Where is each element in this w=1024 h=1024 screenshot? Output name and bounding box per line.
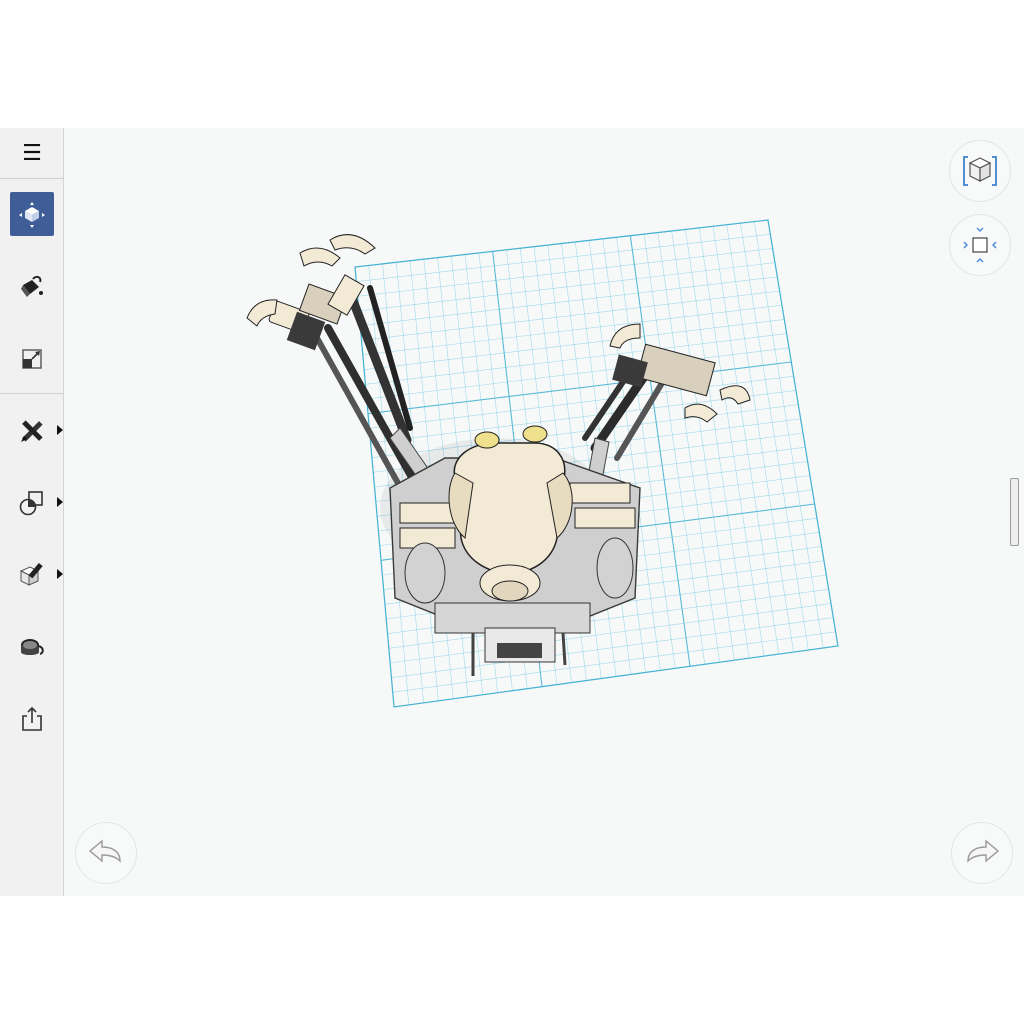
construct-tool-button[interactable] bbox=[0, 406, 64, 456]
grid-line bbox=[629, 235, 691, 667]
right-rocker-tip bbox=[684, 403, 718, 423]
right-push-rod bbox=[614, 375, 668, 461]
right-fin bbox=[574, 507, 636, 529]
paint-tool-button[interactable] bbox=[0, 262, 64, 312]
right-rocker-tip bbox=[719, 385, 751, 405]
edit-cube-icon bbox=[19, 562, 43, 586]
vertical-scrollbar[interactable] bbox=[1010, 478, 1019, 546]
share-icon bbox=[22, 706, 42, 731]
left-fin bbox=[399, 502, 456, 524]
grid-line bbox=[726, 224, 794, 653]
dome-bolt bbox=[474, 431, 500, 449]
grid-line bbox=[740, 223, 809, 651]
transform-tool-button[interactable] bbox=[0, 190, 64, 240]
gearbox-slot bbox=[497, 643, 542, 658]
center-dome bbox=[453, 442, 566, 574]
orbit-navigator-icon bbox=[963, 227, 997, 263]
grid-line bbox=[712, 226, 780, 655]
left-rocker-tip bbox=[299, 247, 341, 267]
paint-bucket-icon bbox=[21, 275, 43, 297]
model-scene[interactable] bbox=[65, 128, 1024, 896]
left-rocker-tip bbox=[329, 234, 376, 255]
submenu-caret-icon bbox=[57, 425, 63, 435]
view-cube-button[interactable] bbox=[949, 140, 1011, 202]
grid-line bbox=[392, 631, 836, 693]
left-cover bbox=[404, 542, 446, 604]
scale-tool-button[interactable] bbox=[0, 334, 64, 384]
hamburger-menu-button[interactable]: ☰ bbox=[0, 128, 64, 178]
3d-viewport[interactable] bbox=[65, 128, 1024, 896]
dome-nose-tip bbox=[491, 580, 529, 602]
shapes-icon bbox=[19, 491, 43, 516]
export-tool-button[interactable] bbox=[0, 694, 64, 744]
undo-arrow-icon bbox=[88, 839, 121, 863]
modify-tool-button[interactable] bbox=[0, 550, 64, 600]
grid-line bbox=[616, 237, 676, 669]
orbit-navigator-button[interactable] bbox=[949, 214, 1011, 276]
move-cube-icon bbox=[19, 202, 45, 228]
scale-icon bbox=[22, 349, 42, 369]
material-tool-button[interactable] bbox=[0, 622, 64, 672]
redo-arrow-icon bbox=[967, 839, 1000, 863]
submenu-caret-icon bbox=[57, 569, 63, 579]
left-toolbar: ☰ bbox=[0, 128, 64, 896]
undo-button[interactable] bbox=[75, 822, 137, 884]
grid-line bbox=[671, 230, 735, 661]
hamburger-icon: ☰ bbox=[22, 140, 42, 166]
shaft bbox=[561, 632, 567, 666]
dome-bolt bbox=[522, 425, 548, 443]
right-fin bbox=[569, 482, 631, 504]
pencil-ruler-icon bbox=[21, 420, 43, 442]
grid-line bbox=[698, 227, 765, 657]
redo-button[interactable] bbox=[951, 822, 1013, 884]
app-window: ☰ bbox=[0, 128, 1024, 896]
primitives-tool-button[interactable] bbox=[0, 478, 64, 528]
right-cover bbox=[596, 537, 634, 599]
submenu-caret-icon bbox=[57, 497, 63, 507]
material-bucket-icon bbox=[21, 639, 44, 655]
toolbar-divider bbox=[0, 178, 64, 179]
view-cube-icon bbox=[963, 156, 997, 186]
grid-line bbox=[753, 221, 824, 649]
grid-line bbox=[657, 232, 720, 663]
toolbar-divider bbox=[0, 393, 64, 394]
